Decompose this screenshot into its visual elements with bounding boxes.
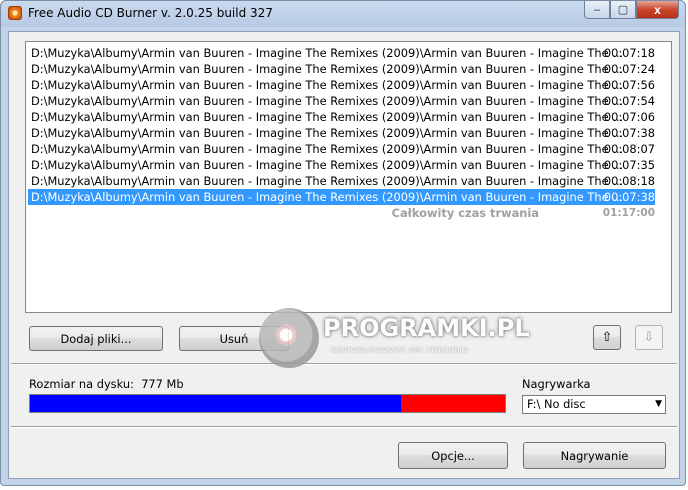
burner-select[interactable]: F:\ No disc ▼ <box>522 395 666 414</box>
track-row[interactable]: D:\Muzyka\Albumy\Armin van Buuren - Imag… <box>28 125 655 141</box>
track-row[interactable]: D:\Muzyka\Albumy\Armin van Buuren - Imag… <box>28 45 655 61</box>
track-row[interactable]: D:\Muzyka\Albumy\Armin van Buuren - Imag… <box>28 77 655 93</box>
options-button[interactable]: Opcje... <box>398 442 508 469</box>
minimize-icon: – <box>593 3 601 16</box>
remove-button[interactable]: Usuń <box>179 326 289 351</box>
track-row[interactable]: D:\Muzyka\Albumy\Armin van Buuren - Imag… <box>28 109 655 125</box>
track-path: D:\Muzyka\Albumy\Armin van Buuren - Imag… <box>31 46 624 60</box>
maximize-icon: ▢ <box>617 4 629 16</box>
track-row[interactable]: D:\Muzyka\Albumy\Armin van Buuren - Imag… <box>28 157 655 173</box>
disk-usage-used <box>30 395 401 412</box>
track-duration: 00:08:07 <box>603 142 655 156</box>
track-row[interactable]: D:\Muzyka\Albumy\Armin van Buuren - Imag… <box>28 141 655 157</box>
chevron-down-icon: ▼ <box>655 399 662 409</box>
burner-label: Nagrywarka <box>522 377 591 391</box>
track-path: D:\Muzyka\Albumy\Armin van Buuren - Imag… <box>31 110 624 124</box>
track-duration: 00:07:54 <box>603 94 655 108</box>
track-path: D:\Muzyka\Albumy\Armin van Buuren - Imag… <box>31 62 624 76</box>
disk-size-caption: Rozmiar na dysku: <box>29 377 134 391</box>
track-row[interactable]: D:\Muzyka\Albumy\Armin van Buuren - Imag… <box>28 173 655 189</box>
add-files-button[interactable]: Dodaj pliki... <box>29 326 163 351</box>
track-duration: 00:07:06 <box>603 110 655 124</box>
track-path: D:\Muzyka\Albumy\Armin van Buuren - Imag… <box>31 158 624 172</box>
disk-size-label: Rozmiar na dysku: 777 Mb <box>29 377 184 391</box>
track-duration: 00:07:38 <box>603 126 655 140</box>
burn-button[interactable]: Nagrywanie <box>523 442 666 469</box>
cd-burner-icon <box>8 6 22 20</box>
caption-buttons: – ▢ x <box>584 1 679 20</box>
total-duration-label: Całkowity czas trwania <box>391 206 539 220</box>
main-panel: D:\Muzyka\Albumy\Armin van Buuren - Imag… <box>8 31 680 479</box>
disk-usage-free <box>400 395 505 412</box>
arrow-down-icon: ⇩ <box>643 330 655 345</box>
window-title: Free Audio CD Burner v. 2.0.25 build 327 <box>28 6 273 20</box>
track-duration: 00:07:35 <box>603 158 655 172</box>
track-row[interactable]: D:\Muzyka\Albumy\Armin van Buuren - Imag… <box>28 189 655 205</box>
track-path: D:\Muzyka\Albumy\Armin van Buuren - Imag… <box>31 126 624 140</box>
track-duration: 00:07:18 <box>603 46 655 60</box>
track-path: D:\Muzyka\Albumy\Armin van Buuren - Imag… <box>31 174 624 188</box>
disk-usage-bar <box>29 394 506 413</box>
title-bar[interactable]: Free Audio CD Burner v. 2.0.25 build 327… <box>1 1 685 27</box>
track-path: D:\Muzyka\Albumy\Armin van Buuren - Imag… <box>31 142 624 156</box>
minimize-button[interactable]: – <box>584 1 610 19</box>
track-row[interactable]: D:\Muzyka\Albumy\Armin van Buuren - Imag… <box>28 93 655 109</box>
track-row[interactable]: D:\Muzyka\Albumy\Armin van Buuren - Imag… <box>28 61 655 77</box>
move-down-button[interactable]: ⇩ <box>635 325 663 350</box>
separator-top <box>11 363 677 365</box>
move-up-button[interactable]: ⇧ <box>593 325 621 350</box>
app-window: Free Audio CD Burner v. 2.0.25 build 327… <box>0 0 686 486</box>
track-path: D:\Muzyka\Albumy\Armin van Buuren - Imag… <box>31 78 624 92</box>
watermark-subtext: DARMOWE PROGRAMY, GRY, STEROWNIKI <box>331 346 468 354</box>
track-duration: 00:07:56 <box>603 78 655 92</box>
disk-size-value: 777 Mb <box>141 377 184 391</box>
maximize-button[interactable]: ▢ <box>610 1 636 19</box>
track-path: D:\Muzyka\Albumy\Armin van Buuren - Imag… <box>31 94 624 108</box>
total-duration-row: Całkowity czas trwania 01:17:00 <box>28 205 655 221</box>
close-icon: x <box>654 2 661 17</box>
track-path: D:\Muzyka\Albumy\Armin van Buuren - Imag… <box>31 190 624 204</box>
track-duration: 00:07:24 <box>603 62 655 76</box>
arrow-up-icon: ⇧ <box>601 330 613 345</box>
watermark-text: PROGRAMKI.PL <box>323 314 530 342</box>
track-duration: 00:08:18 <box>603 174 655 188</box>
burner-select-value: F:\ No disc <box>527 397 586 411</box>
track-list[interactable]: D:\Muzyka\Albumy\Armin van Buuren - Imag… <box>25 41 672 313</box>
total-duration-value: 01:17:00 <box>602 207 655 219</box>
track-duration: 00:07:38 <box>603 190 655 204</box>
close-button[interactable]: x <box>636 1 679 19</box>
separator-bottom <box>11 426 677 428</box>
